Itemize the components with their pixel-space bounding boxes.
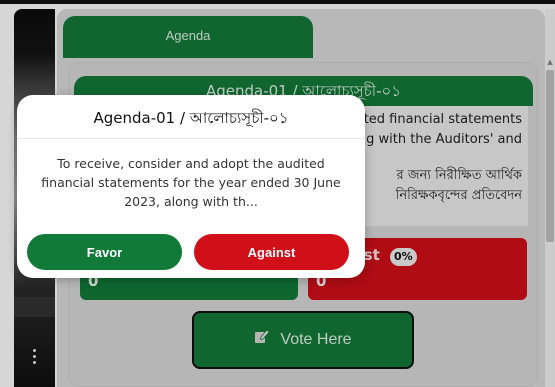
- against-button[interactable]: Against: [194, 234, 349, 270]
- modal-body: To receive, consider and adopt the audit…: [41, 156, 341, 209]
- modal-title: Agenda-01 / আলোচ্যসূচী-০১: [93, 109, 289, 127]
- favor-button[interactable]: Favor: [27, 234, 182, 270]
- modal-divider: [17, 138, 365, 139]
- vote-modal: Agenda-01 / আলোচ্যসূচী-০১ To receive, co…: [17, 95, 365, 278]
